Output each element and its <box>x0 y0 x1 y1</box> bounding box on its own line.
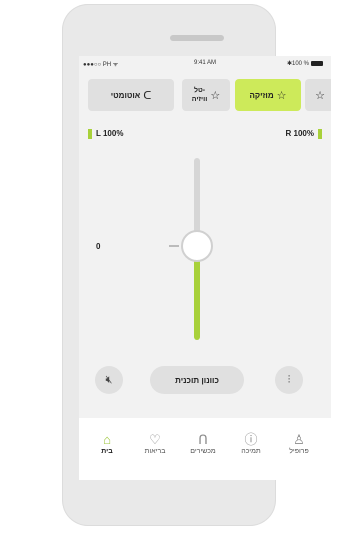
zero-tick-mark <box>169 245 179 247</box>
program-more-icon: ☆ <box>315 89 325 102</box>
program-music-label: מוזיקה <box>249 90 274 100</box>
tab-health[interactable]: ♡ בריאות <box>131 432 179 455</box>
help-icon: ⓘ <box>244 432 258 447</box>
status-bar: ●●●○○ PH ᯤ 9:41 AM ✱100 % <box>79 56 331 70</box>
volume-track-upper[interactable] <box>194 158 200 240</box>
tab-profile[interactable]: ♙ פרופיל <box>275 432 323 455</box>
program-selector: אוטומטי ᑕ טל- וויזיה ☆ מוזיקה ☆ ☆ <box>79 79 331 111</box>
tab-support-label: תמיכה <box>241 448 261 455</box>
star-icon: ☆ <box>276 89 287 102</box>
equalizer-icon: ⫶ <box>287 373 291 386</box>
hearing-aid-icon: ᑎ <box>198 432 208 447</box>
equalizer-button[interactable]: ⫶ <box>275 366 303 394</box>
battery-status: ✱100 % <box>287 60 323 67</box>
left-volume-label: L 100% <box>96 129 124 139</box>
volume-slider-thumb[interactable] <box>181 230 213 262</box>
left-volume-bar <box>88 129 92 139</box>
tab-home[interactable]: ⌂ בית <box>83 432 131 455</box>
tab-health-label: בריאות <box>144 448 166 455</box>
phone-speaker <box>170 35 224 41</box>
right-volume-bar <box>318 129 322 139</box>
volume-track-lower[interactable] <box>194 252 200 340</box>
customize-program-button[interactable]: כוונון תוכנית <box>150 366 244 394</box>
battery-text: ✱100 % <box>286 61 309 67</box>
left-volume: L 100% <box>88 129 123 139</box>
tab-profile-label: פרופיל <box>289 448 309 455</box>
auto-ear-icon: ᑕ <box>143 89 152 102</box>
customize-program-label: כוונון תוכנית <box>175 375 219 385</box>
tab-devices[interactable]: ᑎ מכשירים <box>179 432 227 455</box>
star-icon: ☆ <box>210 89 221 102</box>
bottom-tab-bar: ⌂ בית ♡ בריאות ᑎ מכשירים ⓘ תמיכה ♙ פרופי… <box>79 418 331 480</box>
mute-button[interactable]: 🔇︎ <box>95 366 123 394</box>
program-tv-label: טל- וויזיה <box>191 87 208 103</box>
program-tv-button[interactable]: טל- וויזיה ☆ <box>182 79 230 111</box>
volume-level-value: 0 <box>96 242 101 251</box>
battery-icon <box>311 60 323 66</box>
tab-devices-label: מכשירים <box>190 448 216 455</box>
program-auto-button[interactable]: אוטומטי ᑕ <box>88 79 174 111</box>
home-icon: ⌂ <box>103 432 111 447</box>
right-volume-label: R 100% <box>285 129 314 139</box>
program-music-button[interactable]: מוזיקה ☆ <box>235 79 301 111</box>
tab-support[interactable]: ⓘ תמיכה <box>227 432 275 455</box>
mute-icon: 🔇︎ <box>105 373 113 386</box>
program-more-button[interactable]: ☆ <box>305 79 331 111</box>
right-volume: R 100% <box>286 129 322 139</box>
profile-icon: ♙ <box>293 432 305 447</box>
program-auto-label: אוטומטי <box>110 90 141 100</box>
heart-icon: ♡ <box>149 432 161 447</box>
tab-home-label: בית <box>101 448 113 455</box>
app-screen: ●●●○○ PH ᯤ 9:41 AM ✱100 % אוטומטי ᑕ טל- ו… <box>79 56 331 480</box>
